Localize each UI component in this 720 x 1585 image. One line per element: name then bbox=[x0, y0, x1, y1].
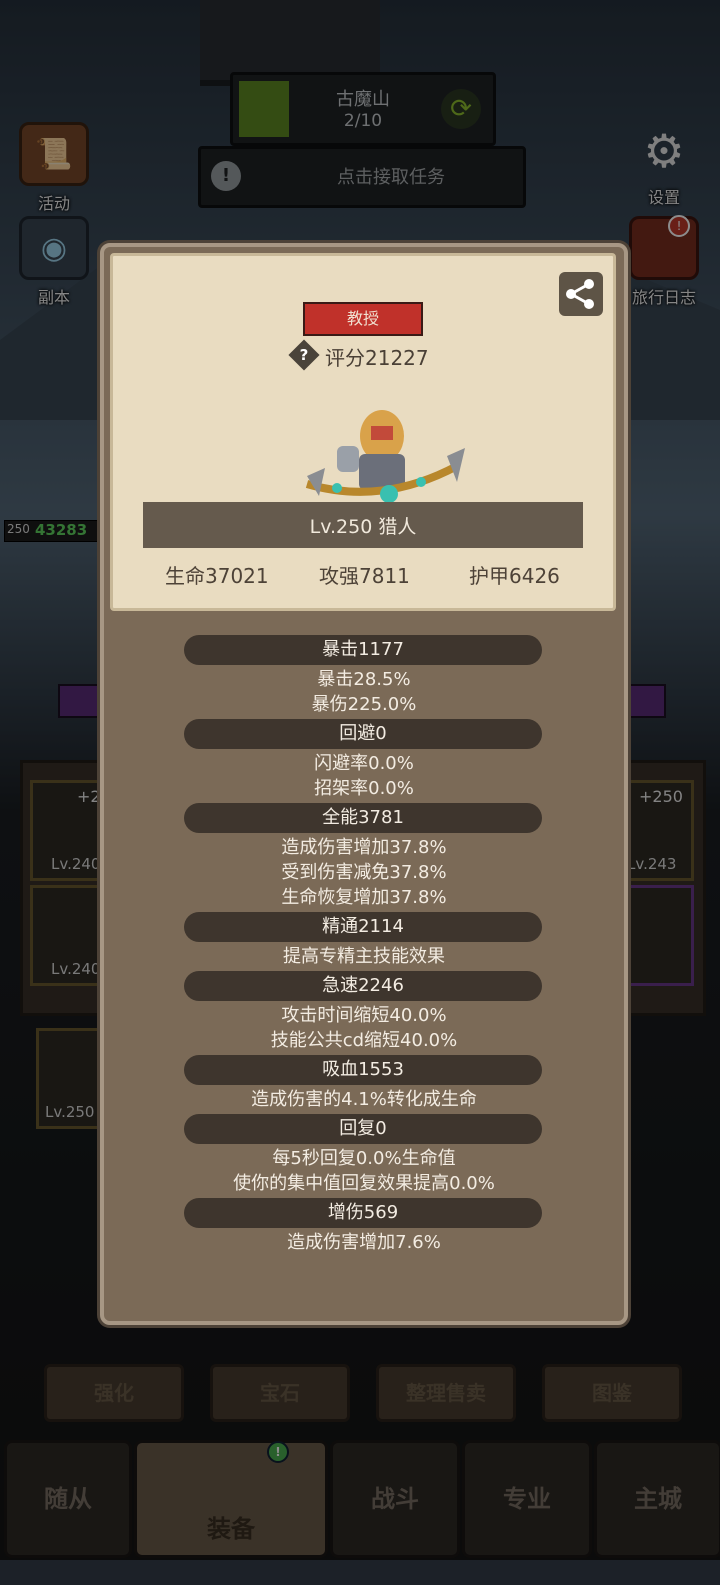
stat-detail-line: 造成伤害增加7.6% bbox=[287, 1232, 441, 1253]
stat-section-header: 精通2114 bbox=[184, 912, 542, 942]
stat-detail-line: 受到伤害减免37.8% bbox=[281, 862, 447, 883]
hero-card: 教授 ? 评分21227 Lv.250 猎人 生命37021 攻强7811 护甲… bbox=[110, 253, 616, 611]
stat-detail-line: 生命恢复增加37.8% bbox=[281, 887, 447, 908]
help-icon: ? bbox=[299, 346, 309, 364]
stat-attack-power: 攻强7811 bbox=[319, 564, 410, 588]
hero-name-band: Lv.250 猎人 bbox=[143, 502, 583, 548]
stat-detail-line: 技能公共cd缩短40.0% bbox=[270, 1030, 458, 1051]
hero-name: Lv.250 猎人 bbox=[309, 516, 417, 538]
stat-detail-line: 提高专精主技能效果 bbox=[283, 946, 445, 967]
stat-section-header: 回避0 bbox=[184, 719, 542, 749]
stat-section-header: 回复0 bbox=[184, 1114, 542, 1144]
stat-section-header: 暴击1177 bbox=[184, 635, 542, 665]
stat-section-header: 增伤569 bbox=[184, 1198, 542, 1228]
score-row: ? 评分21227 bbox=[288, 339, 453, 371]
stat-detail-line: 招架率0.0% bbox=[314, 778, 414, 799]
hero-detail-modal: 教授 ? 评分21227 Lv.250 猎人 生命37021 攻强7811 护甲… bbox=[100, 243, 628, 1325]
stat-detail-line: 暴击28.5% bbox=[317, 669, 411, 690]
share-icon bbox=[566, 279, 594, 309]
stat-detail-line: 每5秒回复0.0%生命值 bbox=[272, 1148, 456, 1169]
stat-health: 生命37021 bbox=[165, 564, 269, 588]
stat-detail-line: 闪避率0.0% bbox=[314, 753, 414, 774]
stat-detail-line: 暴伤225.0% bbox=[311, 694, 417, 715]
rank-badge: 教授 bbox=[303, 302, 423, 336]
share-button[interactable] bbox=[559, 272, 603, 316]
stat-armor: 护甲6426 bbox=[469, 564, 560, 588]
stat-detail-line: 使你的集中值回复效果提高0.0% bbox=[233, 1173, 495, 1194]
stat-detail-line: 攻击时间缩短40.0% bbox=[281, 1005, 447, 1026]
stat-section-header: 全能3781 bbox=[184, 803, 542, 833]
stat-section-header: 吸血1553 bbox=[184, 1055, 542, 1085]
stat-section-header: 急速2246 bbox=[184, 971, 542, 1001]
hero-sprite bbox=[305, 410, 465, 503]
score-label: 评分21227 bbox=[325, 346, 429, 370]
stat-detail-line: 造成伤害的4.1%转化成生命 bbox=[251, 1089, 477, 1110]
stat-detail-line: 造成伤害增加37.8% bbox=[281, 837, 447, 858]
